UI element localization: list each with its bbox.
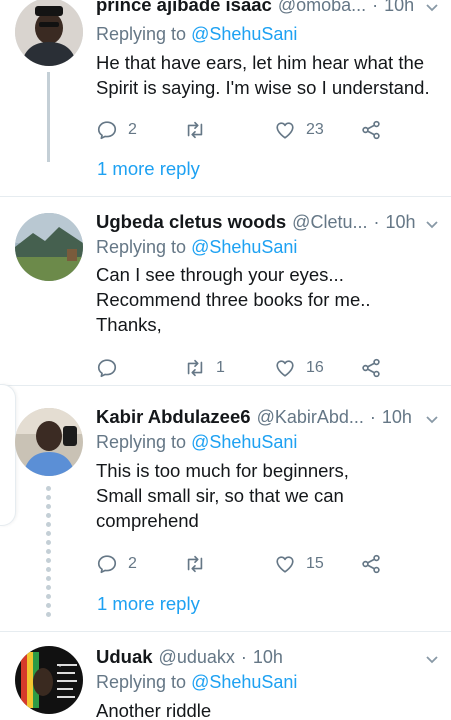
retweet-icon [187, 359, 203, 377]
separator: · [369, 407, 376, 427]
replying-prefix: Replying to [96, 432, 187, 452]
display-name[interactable]: Ugbeda cletus woods [96, 211, 286, 233]
replying-prefix: Replying to [96, 24, 187, 44]
reply-count: 2 [128, 555, 137, 572]
timestamp[interactable]: 10h [385, 212, 415, 233]
handle[interactable]: @uduakx [159, 647, 235, 668]
avatar[interactable] [15, 0, 83, 66]
thread-line [47, 72, 50, 162]
tweet-text-line: Spirit is saying. I'm wise so I understa… [96, 77, 430, 98]
share-icon [362, 554, 380, 574]
like-count: 23 [306, 121, 324, 138]
tweet-1[interactable]: prince ajibade isaac @omoba... · 10h Rep… [0, 0, 451, 196]
retweet-count: 1 [216, 359, 225, 376]
action-bar: 2 23 [96, 118, 396, 142]
reply-button[interactable]: 2 [96, 118, 137, 142]
separator: · [372, 0, 379, 15]
handle[interactable]: @KabirAbd... [257, 407, 364, 428]
tweet-text: He that have ears, let him hear what the… [96, 50, 441, 100]
tweet-text-line: Small small sir, so that we can [96, 485, 344, 506]
handle[interactable]: @Cletu... [292, 212, 367, 233]
like-count: 15 [306, 555, 324, 572]
share-button[interactable] [360, 356, 382, 380]
tweet-text-line: Another riddle [96, 700, 212, 720]
reply-count: 2 [128, 121, 137, 138]
retweet-button[interactable] [184, 552, 216, 576]
tweet-3[interactable]: Kabir Abdulazee6 @KabirAbd... · 10h Repl… [0, 386, 451, 631]
mention-link[interactable]: @ShehuSani [191, 237, 297, 257]
replying-to: Replying to @ShehuSani [96, 237, 297, 258]
action-bar: 2 15 [96, 552, 396, 576]
heart-icon [276, 360, 294, 377]
tweet-header: Kabir Abdulazee6 @KabirAbd... · 10h [96, 406, 441, 432]
reply-button[interactable]: 2 [96, 552, 137, 576]
tweet-text-line: This is too much for beginners, [96, 460, 349, 481]
separator: · [373, 212, 380, 232]
avatar[interactable] [15, 408, 83, 476]
timestamp[interactable]: 10h [253, 647, 283, 668]
avatar[interactable] [15, 213, 83, 281]
mention-link[interactable]: @ShehuSani [191, 432, 297, 452]
display-name[interactable]: Kabir Abdulazee6 [96, 406, 251, 428]
reply-icon [97, 359, 117, 378]
tweet-text-line: Thanks, [96, 314, 162, 335]
avatar[interactable]: - [15, 646, 83, 714]
timestamp[interactable]: 10h [384, 0, 414, 16]
retweet-icon [187, 555, 203, 573]
like-button[interactable]: 15 [274, 552, 324, 576]
display-name[interactable]: prince ajibade isaac [96, 0, 272, 16]
replying-prefix: Replying to [96, 237, 187, 257]
mention-link[interactable]: @ShehuSani [191, 672, 297, 692]
handle[interactable]: @omoba... [278, 0, 366, 16]
chevron-down-icon[interactable] [425, 217, 439, 231]
chevron-down-icon[interactable] [425, 652, 439, 666]
more-replies-link[interactable]: 1 more reply [97, 158, 200, 180]
like-count: 16 [306, 359, 324, 376]
mention-link[interactable]: @ShehuSani [191, 24, 297, 44]
tweet-text: Another riddle [96, 698, 441, 720]
timestamp[interactable]: 10h [382, 407, 412, 428]
tweet-4[interactable]: - Uduak @uduakx · 10h Replying to @Shehu… [0, 632, 451, 720]
share-button[interactable] [360, 552, 382, 576]
share-icon [362, 358, 380, 378]
tweet-header: prince ajibade isaac @omoba... · 10h [96, 0, 441, 20]
share-button[interactable] [360, 118, 382, 142]
thread-dots [46, 486, 51, 621]
replying-prefix: Replying to [96, 672, 187, 692]
reply-button[interactable] [96, 356, 128, 380]
like-button[interactable]: 23 [274, 118, 324, 142]
tweet-text: This is too much for beginners, Small sm… [96, 458, 441, 533]
reply-icon [97, 121, 117, 140]
tweet-text-line: comprehend [96, 510, 199, 531]
tweet-text-line: Can I see through your eyes... [96, 264, 344, 285]
retweet-icon [187, 121, 203, 139]
like-button[interactable]: 16 [274, 356, 324, 380]
tweet-header: Uduak @uduakx · 10h [96, 646, 441, 672]
chevron-down-icon[interactable] [425, 0, 439, 14]
replying-to: Replying to @ShehuSani [96, 672, 297, 693]
retweet-button[interactable] [184, 118, 216, 142]
replying-to: Replying to @ShehuSani [96, 432, 297, 453]
tweet-text-line: Recommend three books for me.. [96, 289, 371, 310]
separator: · [240, 647, 247, 667]
more-replies-link[interactable]: 1 more reply [97, 593, 200, 615]
tweet-2[interactable]: Ugbeda cletus woods @Cletu... · 10h Repl… [0, 197, 451, 385]
chevron-down-icon[interactable] [425, 412, 439, 426]
heart-icon [276, 556, 294, 573]
display-name[interactable]: Uduak [96, 646, 153, 668]
tweet-header: Ugbeda cletus woods @Cletu... · 10h [96, 211, 441, 237]
retweet-button[interactable]: 1 [184, 356, 225, 380]
action-bar: 1 16 [96, 356, 396, 380]
heart-icon [276, 122, 294, 139]
share-icon [362, 120, 380, 140]
tweet-text: Can I see through your eyes... Recommend… [96, 262, 441, 337]
replying-to: Replying to @ShehuSani [96, 24, 297, 45]
reply-icon [97, 555, 117, 574]
tweet-text-line: He that have ears, let him hear what the [96, 52, 425, 73]
